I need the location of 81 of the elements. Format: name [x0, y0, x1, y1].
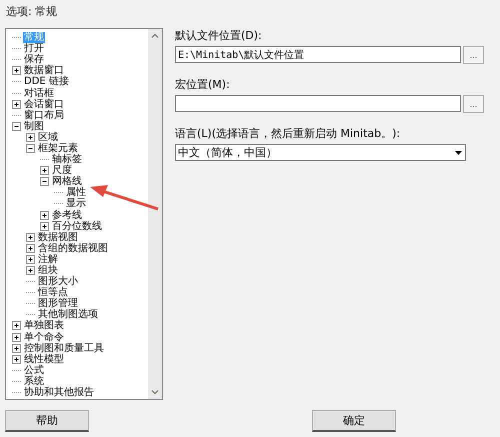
tree-item[interactable]: 百分位数线: [51, 220, 103, 232]
expand-icon[interactable]: [40, 210, 49, 220]
tree-line-icon: [12, 392, 21, 394]
tree-line-icon: [12, 59, 21, 60]
scrollbar[interactable]: [148, 29, 162, 399]
expand-icon[interactable]: [26, 132, 35, 142]
tree-line-icon: [26, 281, 35, 282]
expand-icon[interactable]: [12, 66, 21, 76]
tree-item[interactable]: 组块: [37, 265, 59, 276]
tree-item[interactable]: 数据窗口: [23, 65, 65, 76]
browse-button[interactable]: ...: [463, 95, 484, 113]
tree-item[interactable]: 参考线: [51, 210, 83, 221]
expand-icon[interactable]: [26, 266, 35, 276]
tree-line-icon: [12, 114, 21, 116]
browse-button[interactable]: ...: [463, 46, 484, 64]
tree-line-icon: [26, 303, 35, 304]
tree-item[interactable]: 单个命令: [23, 332, 65, 343]
tree-item[interactable]: 制图: [23, 120, 45, 132]
tree-item[interactable]: DDE 链接: [23, 76, 70, 88]
tree-line-icon: [26, 292, 35, 294]
expand-icon[interactable]: [12, 354, 21, 364]
tree-item[interactable]: 窗口布局: [23, 110, 65, 121]
scroll-up-icon[interactable]: [151, 33, 159, 38]
tree-item[interactable]: 公式: [23, 364, 45, 376]
tree-line-icon: [12, 380, 21, 382]
tree-item[interactable]: 对话框: [23, 88, 55, 99]
tree-item[interactable]: 区域: [37, 132, 59, 143]
tree-line-icon: [12, 37, 21, 38]
field-label: 语言(L)(选择语言，然后重新启动 Minitab。):: [175, 126, 402, 141]
tree-item[interactable]: 尺度: [51, 165, 73, 176]
tree-item[interactable]: 注解: [37, 254, 59, 265]
annotation-arrow: [88, 183, 160, 211]
tree-item[interactable]: 图形管理: [37, 298, 79, 310]
tree-line-icon: [54, 203, 63, 204]
tree-item[interactable]: 其他制图选项: [37, 309, 99, 320]
ok-button[interactable]: 确定: [312, 410, 396, 432]
tree-item[interactable]: 会话窗口: [23, 98, 65, 110]
tree-item[interactable]: 图形大小: [37, 276, 79, 288]
tree-line-icon: [12, 48, 21, 50]
tree-line-icon: [12, 81, 21, 82]
field-label: 宏位置(M):: [175, 77, 231, 92]
tree-item[interactable]: 数据视图: [37, 232, 79, 243]
window-title: 选项: 常规: [6, 4, 58, 19]
tree-line-icon: [54, 192, 63, 194]
language-dropdown[interactable]: 中文（简体，中国）: [175, 144, 466, 161]
expand-icon[interactable]: [40, 166, 49, 176]
tree-line-icon: [26, 314, 35, 316]
tree-item[interactable]: 含组的数据视图: [37, 242, 109, 254]
tree-item[interactable]: 控制图和质量工具: [23, 342, 105, 354]
tree-item[interactable]: 属性: [65, 187, 87, 198]
tree-line-icon: [12, 370, 21, 371]
tree-item[interactable]: 框架元素: [37, 142, 79, 154]
tree-item[interactable]: 协助和其他报告: [23, 387, 95, 398]
input-field[interactable]: [175, 95, 461, 112]
collapse-icon[interactable]: [26, 144, 35, 153]
tree-item[interactable]: 线性模型: [23, 354, 65, 365]
tree-item[interactable]: 恒等点: [37, 287, 69, 298]
expand-icon[interactable]: [26, 232, 35, 242]
tree-item[interactable]: 网格线: [51, 176, 83, 188]
expand-icon[interactable]: [26, 244, 35, 253]
tree-line-icon: [12, 92, 21, 94]
dropdown-arrow-icon: [454, 150, 463, 156]
input-field[interactable]: E:\Minitab\默认文件位置: [175, 46, 461, 63]
expand-icon[interactable]: [26, 254, 35, 264]
tree-item[interactable]: 显示: [65, 198, 87, 210]
scroll-down-icon[interactable]: [151, 390, 159, 395]
expand-icon[interactable]: [12, 344, 21, 353]
expand-icon[interactable]: [12, 321, 21, 330]
collapse-icon[interactable]: [40, 177, 49, 186]
tree-item[interactable]: 系统: [23, 376, 45, 387]
tree-item[interactable]: 单独图表: [23, 320, 65, 332]
tree-line-icon: [40, 159, 49, 160]
tree-item[interactable]: 保存: [23, 54, 45, 66]
expand-icon[interactable]: [40, 222, 49, 231]
expand-icon[interactable]: [12, 100, 21, 109]
field-label: 默认文件位置(D):: [175, 28, 263, 43]
tree-item[interactable]: 轴标签: [51, 154, 83, 166]
tree-item[interactable]: 打开: [23, 43, 45, 54]
help-button[interactable]: 帮助: [5, 410, 89, 432]
collapse-icon[interactable]: [12, 122, 21, 131]
expand-icon[interactable]: [12, 332, 21, 342]
